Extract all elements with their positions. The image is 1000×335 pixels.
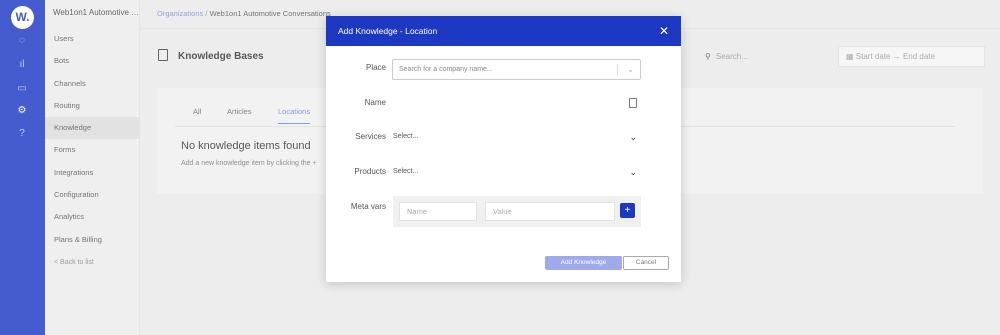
add-knowledge-button[interactable]: Add Knowledge (545, 256, 622, 270)
modal-header: Add Knowledge - Location ✕ (326, 16, 681, 46)
add-meta-var-button[interactable]: + (620, 203, 635, 218)
place-placeholder: Search for a company name... (399, 66, 493, 73)
name-field[interactable] (392, 95, 641, 113)
chevron-down-icon: ⌄ (629, 167, 637, 177)
place-divider (617, 64, 618, 76)
services-value: Select... (393, 133, 419, 140)
products-value: Select... (393, 168, 419, 175)
place-search-input[interactable]: Search for a company name... ⌄ (392, 59, 641, 80)
meta-vars-row: Name Value + (393, 196, 641, 227)
cancel-button[interactable]: Cancel (623, 256, 669, 270)
meta-name-input[interactable]: Name (399, 202, 477, 221)
close-icon[interactable]: ✕ (659, 16, 669, 46)
services-label: Services (355, 132, 386, 141)
chevron-down-icon[interactable]: ⌄ (627, 60, 634, 79)
document-icon (629, 98, 637, 108)
chevron-down-icon: ⌄ (629, 132, 637, 142)
services-select[interactable]: Select... ⌄ (392, 127, 641, 147)
name-label: Name (364, 98, 386, 107)
add-knowledge-modal: Add Knowledge - Location ✕ Place Search … (326, 16, 681, 282)
meta-vars-label: Meta vars (350, 202, 386, 211)
products-label: Products (354, 167, 386, 176)
place-label: Place (365, 63, 386, 72)
meta-value-input[interactable]: Value (485, 202, 615, 221)
products-select[interactable]: Select... ⌄ (392, 162, 641, 182)
modal-title: Add Knowledge - Location (338, 26, 438, 36)
